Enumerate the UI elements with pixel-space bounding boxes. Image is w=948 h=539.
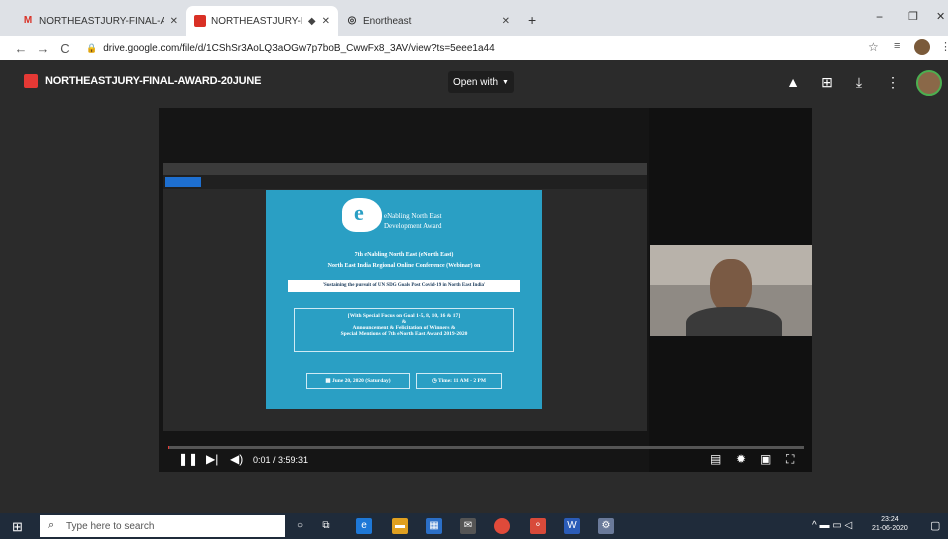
tab-gmail[interactable]: M NORTHEASTJURY-FINAL-AWARD ✕ [14, 6, 186, 36]
notifications-icon[interactable]: ▢ [930, 519, 940, 532]
fullscreen-icon[interactable]: ⛶ [786, 452, 794, 467]
menu-icon[interactable]: ⋮ [940, 40, 948, 53]
photos-app-titlebar [163, 163, 647, 175]
next-icon[interactable]: ▶| [206, 452, 218, 466]
focus-box: [With Special Focus on Goal 1-5, 8, 10, … [294, 308, 514, 352]
url-field[interactable]: 🔒 drive.google.com/file/d/1CShSr3AoLQ3aO… [86, 38, 866, 58]
app-icon-2[interactable]: ⚙ [598, 518, 614, 534]
chrome-icon[interactable] [494, 518, 510, 534]
video-file-icon [24, 74, 38, 88]
date-box: ▦ June 20, 2020 (Saturday) [306, 373, 410, 389]
bookmark-star-icon[interactable]: ☆ [868, 40, 879, 54]
clock-time: 23:24 [881, 516, 899, 523]
clock-date: 21-06-2020 [872, 525, 908, 532]
time-display: 0:01 / 3:59:31 [253, 455, 309, 465]
cortana-icon[interactable]: ○ [292, 518, 308, 534]
add-comment-icon[interactable]: ⊞ [818, 73, 836, 91]
person-shoulders [686, 307, 782, 336]
progress-fill [168, 446, 169, 449]
web-icon: ◎ [347, 15, 357, 26]
url-text: drive.google.com/file/d/1CShSr3AoLQ3aOGw… [103, 42, 495, 54]
file-explorer-icon[interactable]: ▬ [392, 518, 408, 534]
taskbar-search-box[interactable]: ⌕ Type here to search [40, 515, 285, 537]
open-with-button[interactable]: Open with ▼ [448, 71, 514, 93]
gmail-icon: M [23, 15, 33, 26]
close-window-icon[interactable]: ✕ [936, 10, 945, 23]
pause-icon[interactable]: ❚❚ [178, 452, 198, 466]
logo-line-2: Development Award [384, 222, 442, 230]
system-tray-icons[interactable]: ^ ▬ ▭ ◁ [812, 520, 852, 531]
volume-icon[interactable]: ◀) [230, 452, 243, 466]
slide-title-2: North East India Regional Online Confere… [327, 263, 481, 269]
settings-icon[interactable]: ✹ [736, 452, 746, 466]
browser-tab-bar: M NORTHEASTJURY-FINAL-AWARD ✕ NORTHEASTJ… [0, 0, 948, 36]
drive-file-icon [194, 15, 206, 27]
close-tab-icon[interactable]: ✕ [170, 16, 178, 27]
word-icon[interactable]: W [564, 518, 580, 534]
conference-slide: e eNabling North East Development Award … [266, 190, 542, 409]
slide-time: Time: 11 AM - 2 PM [438, 378, 487, 384]
slide-title-1: 7th eNabling North East (eNorth East) [354, 252, 454, 258]
mail-icon[interactable]: ✉ [460, 518, 476, 534]
app-icon[interactable]: ⚬ [530, 518, 546, 534]
announce-line-2: Special Mentions of 7th eNorth East Awar… [340, 331, 468, 337]
download-icon[interactable]: ⤓ [850, 73, 868, 91]
tab-drive[interactable]: NORTHEASTJURY-FINAL-AW ◆ ✕ [186, 6, 338, 36]
captions-icon[interactable]: ▤ [710, 452, 721, 466]
clock-icon: ◷ [431, 378, 437, 384]
edge-icon[interactable]: e [356, 518, 372, 534]
progress-bar[interactable] [168, 446, 804, 449]
clock[interactable]: 23:24 21-06-2020 [872, 515, 908, 533]
webcam-feed [650, 245, 812, 336]
calendar-icon: ▦ [325, 378, 331, 384]
search-placeholder: Type here to search [66, 520, 155, 532]
tab-title: NORTHEASTJURY-FINAL-AWARD [39, 15, 164, 27]
dropdown-arrow-icon: ▼ [502, 78, 509, 86]
close-tab-icon[interactable]: ✕ [322, 16, 330, 27]
see-all-photos-button [165, 177, 201, 187]
tab-title: Enortheast [363, 15, 412, 27]
tab-title: NORTHEASTJURY-FINAL-AW [211, 15, 302, 27]
file-title: NORTHEASTJURY-FINAL-AWARD-20JUNE [45, 75, 262, 87]
person-head [710, 259, 752, 313]
northeast-map-logo: e [342, 198, 382, 232]
close-tab-icon[interactable]: ✕ [502, 16, 510, 27]
audio-playing-icon: ◆ [307, 15, 316, 27]
open-with-label: Open with [453, 76, 499, 88]
forward-icon[interactable]: → [34, 41, 52, 56]
account-avatar[interactable] [916, 70, 942, 96]
back-icon[interactable]: ← [12, 41, 30, 56]
task-view-icon[interactable]: ⧉ [318, 518, 334, 534]
miniplayer-icon[interactable]: ▣ [760, 452, 771, 466]
lock-icon: 🔒 [86, 42, 98, 53]
extension-icon[interactable]: ≡ [894, 40, 900, 52]
new-tab-icon[interactable]: + [528, 12, 536, 28]
add-to-drive-icon[interactable]: ▲ [784, 73, 802, 91]
maximize-icon[interactable]: ❐ [908, 10, 918, 23]
address-bar: ← → C 🔒 drive.google.com/file/d/1CShSr3A… [0, 36, 948, 60]
time-box: ◷ Time: 11 AM - 2 PM [416, 373, 502, 389]
slide-date: June 20, 2020 (Saturday) [331, 378, 391, 384]
more-options-icon[interactable]: ⋮ [884, 73, 902, 91]
profile-avatar[interactable] [914, 39, 930, 55]
logo-line-1: eNabling North East [384, 212, 442, 220]
windows-start-icon[interactable]: ⊞ [12, 519, 23, 535]
theme-box: 'Sustaining the pursuit of UN SDG Goals … [288, 280, 520, 292]
store-icon[interactable]: ▦ [426, 518, 442, 534]
minimize-icon[interactable]: − [876, 10, 883, 24]
search-icon: ⌕ [48, 519, 55, 531]
tab-enortheast[interactable]: ◎ Enortheast ✕ [338, 6, 518, 36]
reload-icon[interactable]: C [56, 41, 74, 56]
photos-app-toolbar [163, 175, 647, 189]
